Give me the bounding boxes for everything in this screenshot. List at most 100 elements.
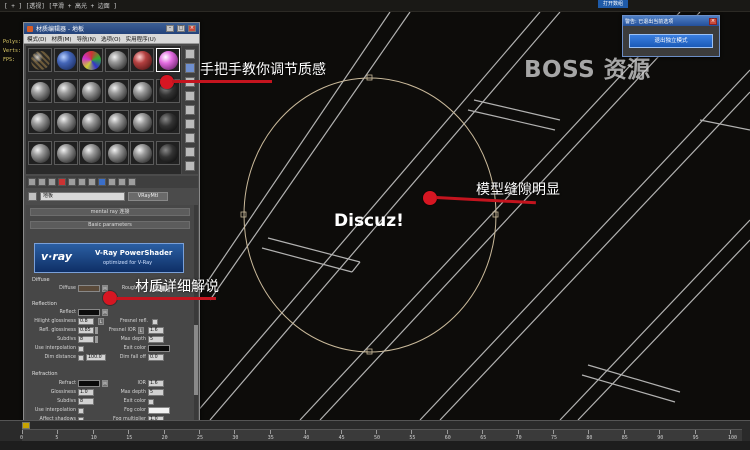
parameters-scroll-thumb[interactable] bbox=[194, 325, 198, 395]
fresnel-ior-field[interactable]: 1.6 bbox=[148, 327, 164, 334]
dim-distance-checkbox[interactable] bbox=[78, 355, 84, 361]
material-sample-slot[interactable] bbox=[104, 48, 129, 72]
material-sample-slot[interactable] bbox=[79, 141, 103, 165]
parameters-scrollbar[interactable] bbox=[194, 205, 198, 435]
refl-subdivs-spinner[interactable] bbox=[95, 336, 98, 343]
material-sample-slot[interactable] bbox=[28, 48, 52, 72]
material-navigator-icon[interactable] bbox=[185, 161, 195, 171]
material-sample-slot[interactable] bbox=[79, 110, 103, 134]
material-sphere-preview bbox=[31, 82, 50, 101]
material-sample-slot[interactable] bbox=[130, 79, 154, 103]
material-editor-window: 材质编辑器 - 地板 – □ × 模式(D) 材质(M) 导航(N) 选项(O)… bbox=[23, 22, 200, 442]
material-editor-titlebar[interactable]: 材质编辑器 - 地板 – □ × bbox=[24, 23, 199, 34]
material-sample-slot[interactable] bbox=[79, 48, 103, 72]
ior-field[interactable]: 1.6 bbox=[148, 380, 164, 387]
get-material-icon[interactable] bbox=[28, 178, 36, 186]
material-sample-slot[interactable] bbox=[104, 79, 129, 103]
material-sample-slot[interactable] bbox=[53, 48, 78, 72]
put-to-library-icon[interactable] bbox=[78, 178, 86, 186]
material-sample-slot[interactable] bbox=[104, 141, 129, 165]
material-sphere-preview bbox=[107, 82, 127, 101]
refr-subdivs-field[interactable]: 8 bbox=[78, 398, 94, 405]
material-sample-slot[interactable] bbox=[28, 141, 52, 165]
material-sample-slot[interactable] bbox=[130, 48, 154, 72]
reflect-label: Reflect bbox=[59, 310, 76, 315]
hilight-glossiness-field[interactable]: 0.8 bbox=[78, 318, 94, 325]
diffuse-color-swatch[interactable] bbox=[78, 285, 100, 292]
sample-type-icon[interactable] bbox=[185, 49, 195, 59]
menu-options[interactable]: 选项(O) bbox=[101, 35, 121, 43]
reset-map-icon[interactable] bbox=[58, 178, 66, 186]
material-sample-slot[interactable] bbox=[130, 141, 154, 165]
material-sample-slot[interactable] bbox=[28, 79, 52, 103]
fresnel-ior-lock-button[interactable]: L bbox=[138, 327, 144, 334]
reflect-map-button[interactable]: M bbox=[102, 309, 108, 316]
viewport-label[interactable]: [ + ] [透视] [平滑 + 高光 + 边面 ] bbox=[4, 1, 117, 10]
make-unique-icon[interactable] bbox=[68, 178, 76, 186]
menu-material[interactable]: 材质(M) bbox=[52, 35, 72, 43]
refract-map-button[interactable]: M bbox=[102, 380, 108, 387]
go-forward-to-sibling-icon[interactable] bbox=[128, 178, 136, 186]
close-icon[interactable]: × bbox=[709, 17, 717, 25]
reflect-color-swatch[interactable] bbox=[78, 309, 100, 316]
select-by-material-icon[interactable] bbox=[185, 147, 195, 157]
eyedropper-icon[interactable] bbox=[28, 192, 37, 201]
refl-glossiness-spinner[interactable] bbox=[95, 327, 98, 334]
go-to-parent-icon[interactable] bbox=[118, 178, 126, 186]
fresnel-checkbox[interactable] bbox=[152, 319, 158, 325]
exit-isolate-mode-button[interactable]: 退出独立模式 bbox=[629, 34, 713, 48]
refr-exit-color-checkbox[interactable] bbox=[148, 399, 154, 405]
time-slider-handle[interactable] bbox=[22, 422, 30, 429]
refl-glossiness-field[interactable]: 0.85 bbox=[78, 327, 94, 334]
material-parameters-panel[interactable]: mental ray 连接 Basic parameters v·ray V-R… bbox=[26, 205, 194, 441]
put-to-scene-icon[interactable] bbox=[38, 178, 46, 186]
maximize-icon[interactable]: □ bbox=[177, 25, 185, 32]
mental-ray-rollout[interactable]: mental ray 连接 bbox=[30, 208, 190, 216]
menu-utilities[interactable]: 实用程序(U) bbox=[126, 35, 156, 43]
refr-max-depth-field[interactable]: 5 bbox=[148, 389, 164, 396]
refract-color-swatch[interactable] bbox=[78, 380, 100, 387]
material-sample-slot[interactable] bbox=[155, 141, 180, 165]
minimize-icon[interactable]: – bbox=[166, 25, 174, 32]
basic-parameters-rollout[interactable]: Basic parameters bbox=[30, 221, 190, 229]
close-icon[interactable]: × bbox=[188, 25, 196, 32]
menu-mode[interactable]: 模式(D) bbox=[27, 35, 47, 43]
refl-exit-color-swatch[interactable] bbox=[148, 345, 170, 352]
material-sample-slot[interactable] bbox=[79, 79, 103, 103]
material-sample-slot[interactable] bbox=[104, 110, 129, 134]
stat-polys: Polys: bbox=[3, 39, 22, 45]
uv-tiling-icon[interactable] bbox=[185, 91, 195, 101]
refr-glossiness-field[interactable]: 1.0 bbox=[78, 389, 94, 396]
material-sample-slot[interactable] bbox=[28, 110, 52, 134]
material-sample-slot[interactable] bbox=[53, 141, 78, 165]
make-preview-icon[interactable] bbox=[185, 119, 195, 129]
material-sample-slot[interactable] bbox=[155, 48, 180, 72]
fog-color-swatch[interactable] bbox=[148, 407, 170, 414]
hilight-lock-button[interactable]: L bbox=[98, 318, 104, 325]
dim-distance-field[interactable]: 100.0 bbox=[86, 354, 106, 361]
dim-falloff-field[interactable]: 0.0 bbox=[148, 354, 164, 361]
material-id-icon[interactable] bbox=[88, 178, 96, 186]
timeline-track[interactable]: 0 5 10 15 20 25 30 35 40 45 50 55 60 65 70 75 80 85 90 95 10… bbox=[20, 429, 742, 441]
material-type-button[interactable]: VRayMtl bbox=[128, 192, 168, 201]
menu-navigation[interactable]: 导航(N) bbox=[77, 35, 96, 43]
material-sample-slot[interactable] bbox=[130, 110, 154, 134]
show-map-in-viewport-icon[interactable] bbox=[98, 178, 106, 186]
material-sample-slot[interactable] bbox=[53, 110, 78, 134]
refl-max-depth-field[interactable]: 5 bbox=[148, 336, 164, 343]
refl-subdivs-field[interactable]: 8 bbox=[78, 336, 94, 343]
options-icon[interactable] bbox=[185, 133, 195, 143]
timeline-tick bbox=[376, 430, 377, 434]
refl-use-interpolation-checkbox[interactable] bbox=[78, 346, 84, 352]
backlight-icon[interactable] bbox=[185, 63, 195, 73]
vray-logo: v·ray bbox=[41, 250, 73, 263]
material-sample-slot[interactable] bbox=[155, 110, 180, 134]
material-name-field[interactable]: 地板 bbox=[40, 192, 125, 201]
assign-to-selection-icon[interactable] bbox=[48, 178, 56, 186]
warning-dialog-titlebar[interactable]: 警告: 已退出当前选项 × bbox=[623, 16, 719, 26]
refr-use-interpolation-checkbox[interactable] bbox=[78, 408, 84, 414]
video-check-icon[interactable] bbox=[185, 105, 195, 115]
material-sample-slot[interactable] bbox=[53, 79, 78, 103]
show-end-result-icon[interactable] bbox=[108, 178, 116, 186]
material-sphere-preview bbox=[133, 82, 152, 101]
